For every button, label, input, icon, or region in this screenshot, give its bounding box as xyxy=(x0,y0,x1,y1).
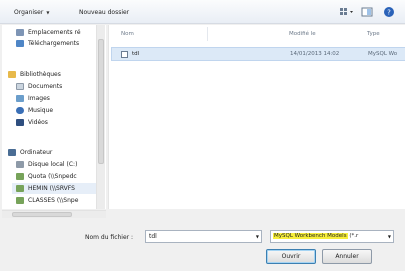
network-drive-icon xyxy=(16,185,24,192)
filetype-select[interactable]: MySQL Workbench Models (*.r ▼ xyxy=(270,230,394,243)
nav-item-label: Téléchargements xyxy=(28,40,80,47)
file-modified: 14/01/2013 14:02 xyxy=(290,51,340,57)
documents-icon xyxy=(16,83,24,90)
scrollbar-thumb[interactable] xyxy=(98,39,104,164)
svg-text:?: ? xyxy=(387,9,391,17)
column-separator[interactable] xyxy=(207,27,208,41)
filename-value: tdl xyxy=(149,233,157,240)
network-drive-icon xyxy=(16,173,24,180)
nav-item-hemin[interactable]: HEMIN (\\SRVFS xyxy=(12,183,98,194)
videos-icon xyxy=(16,119,24,126)
file-type: MySQL Wo xyxy=(368,51,398,57)
new-folder-label: Nouveau dossier xyxy=(79,9,130,16)
nav-item-label: Musique xyxy=(28,107,54,114)
cancel-button[interactable]: Annuler xyxy=(322,249,372,264)
file-icon xyxy=(121,51,128,58)
nav-item-label: Bibliothèques xyxy=(20,71,61,78)
nav-item-label: Vidéos xyxy=(28,119,48,126)
computer-icon xyxy=(8,149,16,156)
filename-input[interactable]: tdl ▼ xyxy=(145,230,262,243)
navigation-pane[interactable]: Emplacements ré Téléchargements Biblioth… xyxy=(2,25,106,209)
column-header-name[interactable]: Nom xyxy=(121,31,134,37)
filetype-suffix: (*.r xyxy=(349,233,359,239)
column-header-modified[interactable]: Modifié le xyxy=(289,31,316,37)
chevron-down-icon: ▼ xyxy=(46,10,50,15)
nav-vertical-scrollbar[interactable] xyxy=(96,25,105,209)
file-name: tdl xyxy=(132,51,140,57)
file-list[interactable]: Nom Modifié le Type tdl 14/01/2013 14:02… xyxy=(108,25,405,209)
nav-item-label: HEMIN (\\SRVFS xyxy=(28,185,75,192)
nav-item-label: Emplacements ré xyxy=(28,29,81,36)
file-row[interactable]: tdl 14/01/2013 14:02 MySQL Wo xyxy=(111,47,405,61)
music-icon xyxy=(16,107,24,114)
downloads-icon xyxy=(16,40,24,47)
nav-item-label: Disque local (C:) xyxy=(28,161,78,168)
chevron-down-icon[interactable]: ▼ xyxy=(387,231,391,242)
nav-item-label: Ordinateur xyxy=(20,149,53,156)
filename-label: Nom du fichier : xyxy=(85,234,134,241)
view-options-icon[interactable] xyxy=(339,6,353,18)
chevron-down-icon[interactable]: ▼ xyxy=(256,231,259,242)
network-drive-icon xyxy=(16,197,24,204)
open-button[interactable]: Ouvrir xyxy=(266,249,316,264)
nav-horizontal-scrollbar[interactable] xyxy=(2,210,106,218)
organize-label: Organiser xyxy=(14,9,44,16)
column-header-type[interactable]: Type xyxy=(367,31,380,37)
scrollbar-thumb[interactable] xyxy=(12,212,72,217)
new-folder-button[interactable]: Nouveau dossier xyxy=(79,7,129,18)
nav-item-label: CLASSES (\\Snpe xyxy=(28,197,79,204)
help-icon[interactable]: ? xyxy=(383,6,395,18)
libraries-icon xyxy=(8,71,16,78)
images-icon xyxy=(16,95,24,102)
nav-item-label: Images xyxy=(28,95,50,102)
drive-icon xyxy=(16,161,24,168)
toolbar: Organiser ▼ Nouveau dossier ? xyxy=(0,0,405,24)
organize-button[interactable]: Organiser ▼ xyxy=(14,7,49,18)
filetype-value: MySQL Workbench Models xyxy=(273,233,348,239)
nav-item-label: Quota (\\Snpedc xyxy=(28,173,77,180)
recent-places-icon xyxy=(16,29,24,36)
nav-item-label: Documents xyxy=(28,83,63,90)
preview-pane-icon[interactable] xyxy=(361,6,373,18)
